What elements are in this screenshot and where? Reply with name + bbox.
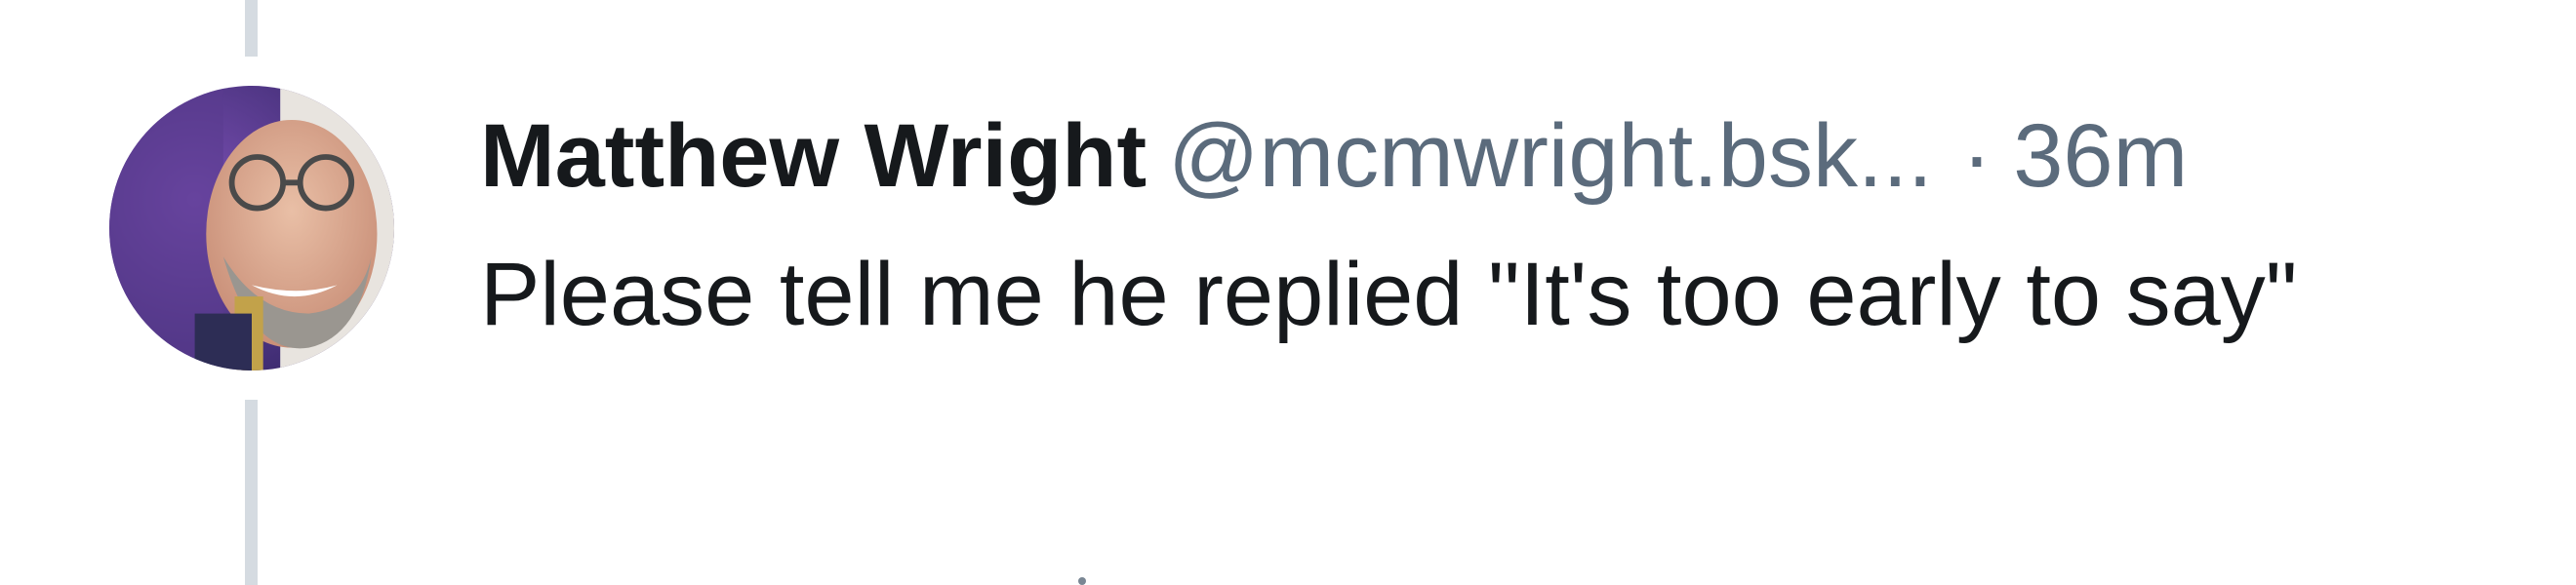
thread-line-bottom [245, 400, 258, 585]
meta-separator: · [1961, 106, 1992, 206]
author-display-name[interactable]: Matthew Wright [480, 106, 1147, 206]
author-handle[interactable]: @mcmwright.bsk... [1168, 106, 1932, 206]
post-timestamp[interactable]: 36m [2013, 106, 2188, 206]
post-meta: Matthew Wright @mcmwright.bsk... · 36m [480, 98, 2539, 214]
post-content: Matthew Wright @mcmwright.bsk... · 36m Plea… [480, 98, 2539, 367]
avatar-photo-icon [109, 86, 394, 370]
thread-line-top [245, 0, 258, 57]
avatar[interactable] [109, 86, 394, 370]
bottom-action-hint [1078, 577, 1086, 585]
post-item[interactable]: Matthew Wright @mcmwright.bsk... · 36m Plea… [0, 0, 2576, 585]
post-text: Please tell me he replied "It's too earl… [480, 245, 2298, 344]
